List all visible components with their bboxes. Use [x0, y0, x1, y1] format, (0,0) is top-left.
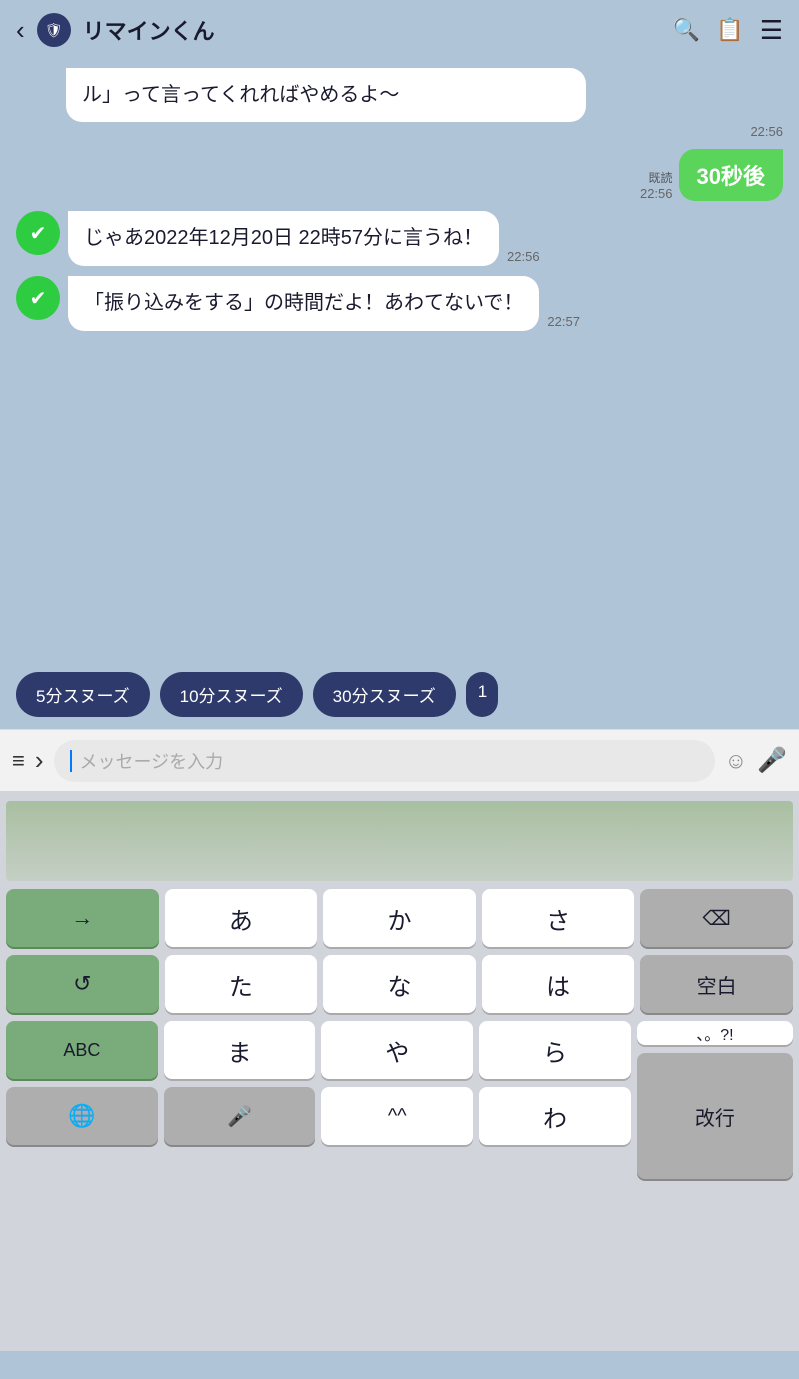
message-received-2: ✔ じゃあ2022年12月20日 22時57分に言うね！ 22:56	[16, 211, 783, 266]
keyboard: → あ か さ ⌫ ↺ た な は 空白 ABC ま や ら	[0, 791, 799, 1351]
back-button[interactable]: ‹	[16, 15, 25, 46]
key-ya[interactable]: や	[321, 1021, 473, 1079]
key-ka[interactable]: か	[323, 889, 476, 947]
key-ha[interactable]: は	[482, 955, 635, 1013]
message-received-1: ル」って言ってくれればやめるよ〜 22:56	[16, 68, 783, 139]
profile-icon: 🛡	[37, 13, 71, 47]
snooze-more-button[interactable]: 1	[466, 672, 498, 717]
message-content-2: じゃあ2022年12月20日 22時57分に言うね！	[68, 211, 499, 266]
mic-icon[interactable]: 🎤	[757, 746, 787, 775]
input-placeholder: メッセージを入力	[80, 748, 224, 774]
note-icon[interactable]: 📋	[716, 17, 743, 43]
keyboard-left-cols: ABC ま や ら 🌐 🎤 ^^ わ	[6, 1021, 631, 1179]
key-arrow[interactable]: →	[6, 889, 159, 947]
search-icon[interactable]: 🔍	[673, 17, 700, 43]
key-ta[interactable]: た	[165, 955, 318, 1013]
message-bubble-1: ル」って言ってくれればやめるよ〜	[66, 68, 586, 122]
message-meta-sent: 既読 22:56	[640, 169, 673, 201]
keyboard-rows-3-4: ABC ま や ら 🌐 🎤 ^^ わ 、。?! 改行	[6, 1021, 793, 1179]
snooze-30min-button[interactable]: 30分スヌーズ	[313, 672, 456, 717]
key-na[interactable]: な	[323, 955, 476, 1013]
key-space[interactable]: 空白	[640, 955, 793, 1013]
message-bubble-sent: 30秒後	[679, 149, 783, 201]
key-enter[interactable]: 改行	[637, 1053, 793, 1179]
key-globe[interactable]: 🌐	[6, 1087, 158, 1145]
key-sa[interactable]: さ	[482, 889, 635, 947]
message-content-3: 「振り込みをする」の時間だよ！あわてないで！	[68, 276, 539, 331]
message-received-3: ✔ 「振り込みをする」の時間だよ！あわてないで！ 22:57	[16, 276, 783, 331]
header: ‹ 🛡 リマインくん 🔍 📋 ☰	[0, 0, 799, 60]
keyboard-rows: → あ か さ ⌫ ↺ た な は 空白 ABC ま や ら	[6, 889, 793, 1179]
keyboard-row-2: ↺ た な は 空白	[6, 955, 793, 1013]
message-sent-1: 既読 22:56 30秒後	[16, 149, 783, 201]
message-time-1: 22:56	[66, 124, 783, 139]
input-bar: ≡ › メッセージを入力 ☺ 🎤	[0, 729, 799, 791]
avatar-1: ✔	[16, 211, 60, 255]
keyboard-row-3: ABC ま や ら	[6, 1021, 631, 1079]
text-cursor	[70, 750, 72, 772]
menu-icon[interactable]: ☰	[760, 15, 783, 46]
chat-area: ル」って言ってくれればやめるよ〜 22:56 既読 22:56 30秒後 ✔ じ…	[0, 60, 799, 660]
key-backspace[interactable]: ⌫	[640, 889, 793, 947]
keyboard-row-1: → あ か さ ⌫	[6, 889, 793, 947]
message-time-2: 22:56	[507, 249, 540, 264]
shield-icon: 🛡	[45, 22, 63, 39]
snooze-5min-button[interactable]: 5分スヌーズ	[16, 672, 150, 717]
key-wa-row[interactable]: ^^	[321, 1087, 473, 1145]
message-time-3: 22:57	[547, 314, 580, 329]
keyboard-row-4: 🌐 🎤 ^^ わ	[6, 1087, 631, 1145]
key-ma[interactable]: ま	[164, 1021, 316, 1079]
avatar-2: ✔	[16, 276, 60, 320]
key-undo[interactable]: ↺	[6, 955, 159, 1013]
message-input[interactable]: メッセージを入力	[54, 740, 715, 782]
keyboard-suggestions	[6, 801, 793, 881]
header-actions: 🔍 📋 ☰	[673, 15, 783, 46]
key-a[interactable]: あ	[165, 889, 318, 947]
emoji-icon[interactable]: ☺	[725, 748, 747, 774]
check-icon-2: ✔	[30, 286, 47, 311]
snooze-10min-button[interactable]: 10分スヌーズ	[160, 672, 303, 717]
chat-title: リマインくん	[83, 14, 661, 46]
key-mic-small[interactable]: 🎤	[164, 1087, 316, 1145]
input-arrow-icon[interactable]: ›	[35, 745, 44, 776]
key-ra[interactable]: ら	[479, 1021, 631, 1079]
snooze-row: 5分スヌーズ 10分スヌーズ 30分スヌーズ 1	[0, 660, 799, 729]
check-icon: ✔	[30, 221, 47, 246]
message-bubble-3: 「振り込みをする」の時間だよ！あわてないで！	[68, 276, 539, 331]
key-punct[interactable]: 、。?!	[637, 1021, 793, 1045]
message-bubble-2: じゃあ2022年12月20日 22時57分に言うね！	[68, 211, 499, 266]
keyboard-right-col: 、。?! 改行	[637, 1021, 793, 1179]
key-wa[interactable]: わ	[479, 1087, 631, 1145]
key-abc[interactable]: ABC	[6, 1021, 158, 1079]
read-receipt: 既読 22:56	[640, 169, 673, 201]
input-menu-icon[interactable]: ≡	[12, 748, 25, 774]
